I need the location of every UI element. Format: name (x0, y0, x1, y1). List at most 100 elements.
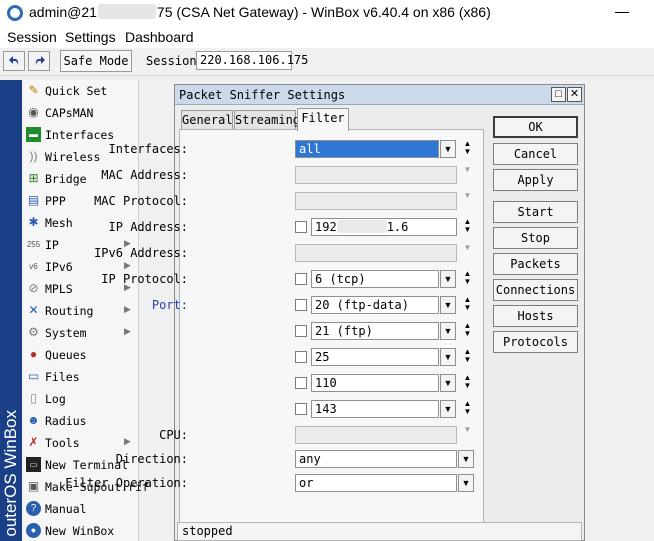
menu-bar: Session Settings Dashboard (0, 26, 654, 48)
direction-select[interactable]: any (295, 450, 457, 468)
tab-streaming[interactable]: Streaming (234, 110, 300, 130)
mac-address-field[interactable] (295, 166, 457, 184)
filter-panel: Interfaces: all ▼ ▲ ▼ MAC Address: ▼ MAC … (65, 129, 484, 523)
packets-button[interactable]: Packets (493, 253, 578, 275)
log-icon: ▯ (30, 391, 37, 405)
chevron-down-icon[interactable]: ▼ (440, 400, 456, 418)
mesh-icon: ✱ (28, 215, 39, 229)
chevron-down-icon[interactable]: ▼ (458, 474, 474, 492)
chevron-down-icon[interactable]: ▼ (458, 450, 474, 468)
sidebar-item-capsman[interactable]: ◉ CAPsMAN (22, 102, 138, 124)
minimize-icon[interactable] (615, 12, 629, 13)
port-field-4[interactable]: 110 (311, 374, 439, 392)
port-not-checkbox[interactable] (295, 377, 307, 389)
cpu-field[interactable] (295, 426, 457, 444)
files-icon: ▭ (27, 369, 40, 383)
add-remove-arrows-icon[interactable]: ▲ ▼ (462, 322, 473, 340)
ipv6-address-field[interactable] (295, 244, 457, 262)
chevron-down-icon[interactable]: ▼ (440, 322, 456, 340)
direction-label: Direction: (115, 452, 188, 466)
sidebar-item-label: Interfaces (45, 128, 115, 142)
submenu-arrow-icon: ▶ (124, 260, 131, 270)
sidebar-item-radius[interactable]: ☻ Radius (22, 410, 138, 432)
interfaces-field[interactable]: all (295, 140, 439, 158)
add-remove-arrows-icon[interactable]: ▲ ▼ (462, 270, 473, 288)
chevron-down-icon[interactable]: ▼ (440, 140, 456, 158)
expand-arrow-icon[interactable]: ▼ (462, 192, 473, 210)
close-icon[interactable]: ✕ (567, 87, 582, 102)
chevron-down-icon[interactable]: ▼ (440, 348, 456, 366)
chevron-down-icon[interactable]: ▼ (440, 374, 456, 392)
menu-session[interactable]: Session (7, 29, 57, 45)
menu-dashboard[interactable]: Dashboard (125, 29, 194, 45)
stop-button[interactable]: Stop (493, 227, 578, 249)
port-field-3[interactable]: 25 (311, 348, 439, 366)
sidebar-item-quick-set[interactable]: ✎ Quick Set (22, 80, 138, 102)
ip-protocol-field[interactable]: 6 (tcp) (311, 270, 439, 288)
submenu-arrow-icon: ▶ (124, 436, 131, 446)
port-not-checkbox[interactable] (295, 299, 307, 311)
ip-address-not-checkbox[interactable] (295, 221, 307, 233)
routeros-winbox-brand: outerOS WinBox (0, 80, 22, 541)
start-button[interactable]: Start (493, 201, 578, 223)
add-remove-arrows-icon[interactable]: ▲ ▼ (462, 140, 473, 158)
expand-arrow-icon[interactable]: ▼ (462, 244, 473, 262)
sidebar-item-routing[interactable]: ✕ Routing ▶ (22, 300, 138, 322)
maximize-icon[interactable]: □ (551, 87, 566, 102)
safe-mode-button[interactable]: Safe Mode (60, 50, 132, 72)
sidebar-item-system[interactable]: ⚙ System ▶ (22, 322, 138, 344)
sidebar-item-queues[interactable]: ● Queues (22, 344, 138, 366)
sidebar-item-label: IPv6 (45, 260, 73, 274)
sidebar-item-log[interactable]: ▯ Log (22, 388, 138, 410)
ok-button[interactable]: OK (493, 116, 578, 138)
sidebar-item-label: IP (45, 238, 59, 252)
expand-arrow-icon[interactable]: ▼ (462, 166, 473, 184)
add-remove-arrows-icon[interactable]: ▲ ▼ (462, 348, 473, 366)
ip-address-field[interactable]: 192 1.6 (311, 218, 457, 236)
quick-set-icon: ✎ (28, 83, 39, 97)
redo-icon (35, 56, 45, 65)
apply-button[interactable]: Apply (493, 169, 578, 191)
add-remove-arrows-icon[interactable]: ▲ ▼ (462, 374, 473, 392)
add-remove-arrows-icon[interactable]: ▲ ▼ (462, 218, 473, 236)
chevron-down-icon[interactable]: ▼ (440, 296, 456, 314)
cpu-label: CPU: (159, 428, 188, 442)
port-not-checkbox[interactable] (295, 351, 307, 363)
port-field-5[interactable]: 143 (311, 400, 439, 418)
expand-arrow-icon[interactable]: ▼ (462, 426, 473, 444)
winbox-icon: ● (26, 523, 41, 538)
connections-button[interactable]: Connections (493, 279, 578, 301)
add-remove-arrows-icon[interactable]: ▲ ▼ (462, 400, 473, 418)
ip-protocol-not-checkbox[interactable] (295, 273, 307, 285)
protocols-button[interactable]: Protocols (493, 331, 578, 353)
sidebar-item-label: Wireless (45, 150, 101, 164)
port-field-2[interactable]: 21 (ftp) (311, 322, 439, 340)
tab-filter[interactable]: Filter (297, 108, 349, 131)
sidebar-item-tools[interactable]: ✗ Tools ▶ (22, 432, 138, 454)
port-field-1[interactable]: 20 (ftp-data) (311, 296, 439, 314)
undo-button[interactable] (3, 51, 25, 71)
menu-settings[interactable]: Settings (65, 29, 116, 45)
port-not-checkbox[interactable] (295, 325, 307, 337)
tab-general[interactable]: General (181, 110, 233, 130)
mac-protocol-field[interactable] (295, 192, 457, 210)
redo-button[interactable] (28, 51, 50, 71)
cancel-button[interactable]: Cancel (493, 143, 578, 165)
hosts-button[interactable]: Hosts (493, 305, 578, 327)
sidebar-item-new-winbox[interactable]: ● New WinBox (22, 520, 138, 541)
wireless-icon: )) (29, 149, 38, 163)
dialog-title-bar[interactable]: Packet Sniffer Settings □ ✕ (175, 85, 584, 105)
sidebar-item-label: System (45, 326, 87, 340)
interfaces-label: Interfaces: (108, 142, 188, 156)
ip-protocol-label: IP Protocol: (101, 272, 188, 286)
tools-icon: ✗ (28, 435, 39, 449)
submenu-arrow-icon: ▶ (124, 304, 131, 314)
add-remove-arrows-icon[interactable]: ▲ ▼ (462, 296, 473, 314)
sidebar-item-manual[interactable]: ? Manual (22, 498, 138, 520)
capsman-icon: ◉ (28, 105, 39, 119)
port-label[interactable]: Port: (152, 298, 188, 312)
chevron-down-icon[interactable]: ▼ (440, 270, 456, 288)
sidebar-item-files[interactable]: ▭ Files (22, 366, 138, 388)
port-not-checkbox[interactable] (295, 403, 307, 415)
filter-operation-select[interactable]: or (295, 474, 457, 492)
